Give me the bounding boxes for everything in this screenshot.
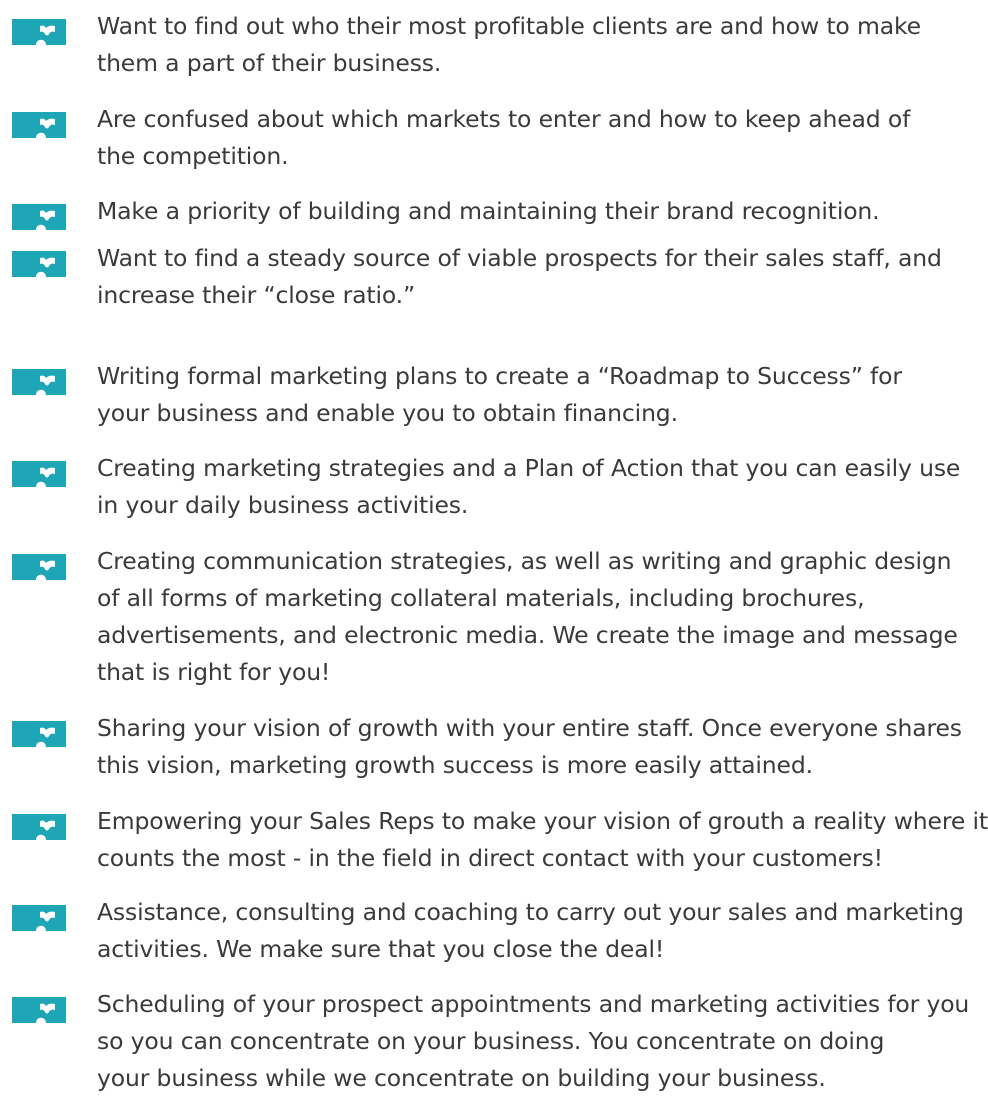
list-item: Creating communication strategies, as we… bbox=[0, 543, 988, 686]
list-item-text: Make a priority of building and maintain… bbox=[97, 193, 982, 230]
puzzle-piece-icon bbox=[10, 995, 66, 1023]
puzzle-piece-icon bbox=[10, 459, 66, 487]
puzzle-piece-icon bbox=[10, 110, 66, 138]
list-item-text: Are confused about which markets to ente… bbox=[97, 101, 982, 175]
list-item: Sharing your vision of growth with your … bbox=[0, 710, 988, 790]
list-item: Assistance, consulting and coaching to c… bbox=[0, 894, 988, 974]
list-item: Empowering your Sales Reps to make your … bbox=[0, 803, 988, 883]
text-line: Assistance, consulting and coaching to c… bbox=[97, 898, 964, 926]
puzzle-piece-icon bbox=[10, 202, 66, 230]
puzzle-piece-icon bbox=[10, 367, 66, 395]
list-item: Writing formal marketing plans to create… bbox=[0, 358, 988, 438]
list-item-text: Creating marketing strategies and a Plan… bbox=[97, 450, 982, 524]
list-item-text: Want to find out who their most profitab… bbox=[97, 8, 982, 82]
list-item-text: Writing formal marketing plans to create… bbox=[97, 358, 982, 432]
text-line: your business while we concentrate on bu… bbox=[97, 1064, 826, 1092]
text-line: Make a priority of building and maintain… bbox=[97, 197, 880, 225]
list-item: Are confused about which markets to ente… bbox=[0, 101, 988, 181]
text-line: Sharing your vision of growth with your … bbox=[97, 714, 962, 742]
text-line: this vision, marketing growth success is… bbox=[97, 751, 813, 779]
text-line: Empowering your Sales Reps to make your … bbox=[97, 807, 988, 835]
text-line: advertisements, and electronic media. We… bbox=[97, 621, 958, 649]
text-line: so you can concentrate on your business.… bbox=[97, 1027, 885, 1055]
text-line: Want to find a steady source of viable p… bbox=[97, 244, 942, 272]
text-line: Are confused about which markets to ente… bbox=[97, 105, 911, 133]
text-line: in your daily business activities. bbox=[97, 491, 469, 519]
puzzle-piece-icon bbox=[10, 17, 66, 45]
text-line: counts the most - in the field in direct… bbox=[97, 844, 883, 872]
text-line: Want to find out who their most profitab… bbox=[97, 12, 921, 40]
text-line: your business and enable you to obtain f… bbox=[97, 399, 678, 427]
text-line: increase their “close ratio.” bbox=[97, 281, 415, 309]
puzzle-piece-icon bbox=[10, 552, 66, 580]
text-line: them a part of their business. bbox=[97, 49, 442, 77]
list-item-text: Creating communication strategies, as we… bbox=[97, 543, 982, 691]
list-item: Want to find out who their most profitab… bbox=[0, 8, 988, 88]
list-item-text: Want to find a steady source of viable p… bbox=[97, 240, 982, 314]
text-line: Writing formal marketing plans to create… bbox=[97, 362, 902, 390]
puzzle-piece-icon bbox=[10, 812, 66, 840]
list-item: Creating marketing strategies and a Plan… bbox=[0, 450, 988, 530]
list-item-text: Assistance, consulting and coaching to c… bbox=[97, 894, 982, 968]
text-line: Scheduling of your prospect appointments… bbox=[97, 990, 970, 1018]
puzzle-piece-icon bbox=[10, 249, 66, 277]
text-line: of all forms of marketing collateral mat… bbox=[97, 584, 865, 612]
list-item-text: Empowering your Sales Reps to make your … bbox=[97, 803, 988, 877]
text-line: the competition. bbox=[97, 142, 289, 170]
text-line: Creating communication strategies, as we… bbox=[97, 547, 952, 575]
list-item: Scheduling of your prospect appointments… bbox=[0, 986, 988, 1092]
list-item: Want to find a steady source of viable p… bbox=[0, 240, 988, 320]
list-item-text: Sharing your vision of growth with your … bbox=[97, 710, 982, 784]
text-line: Creating marketing strategies and a Plan… bbox=[97, 454, 961, 482]
text-line: activities. We make sure that you close … bbox=[97, 935, 665, 963]
list-item-text: Scheduling of your prospect appointments… bbox=[97, 986, 982, 1097]
puzzle-piece-icon bbox=[10, 719, 66, 747]
puzzle-piece-icon bbox=[10, 903, 66, 931]
text-line: that is right for you! bbox=[97, 658, 331, 686]
